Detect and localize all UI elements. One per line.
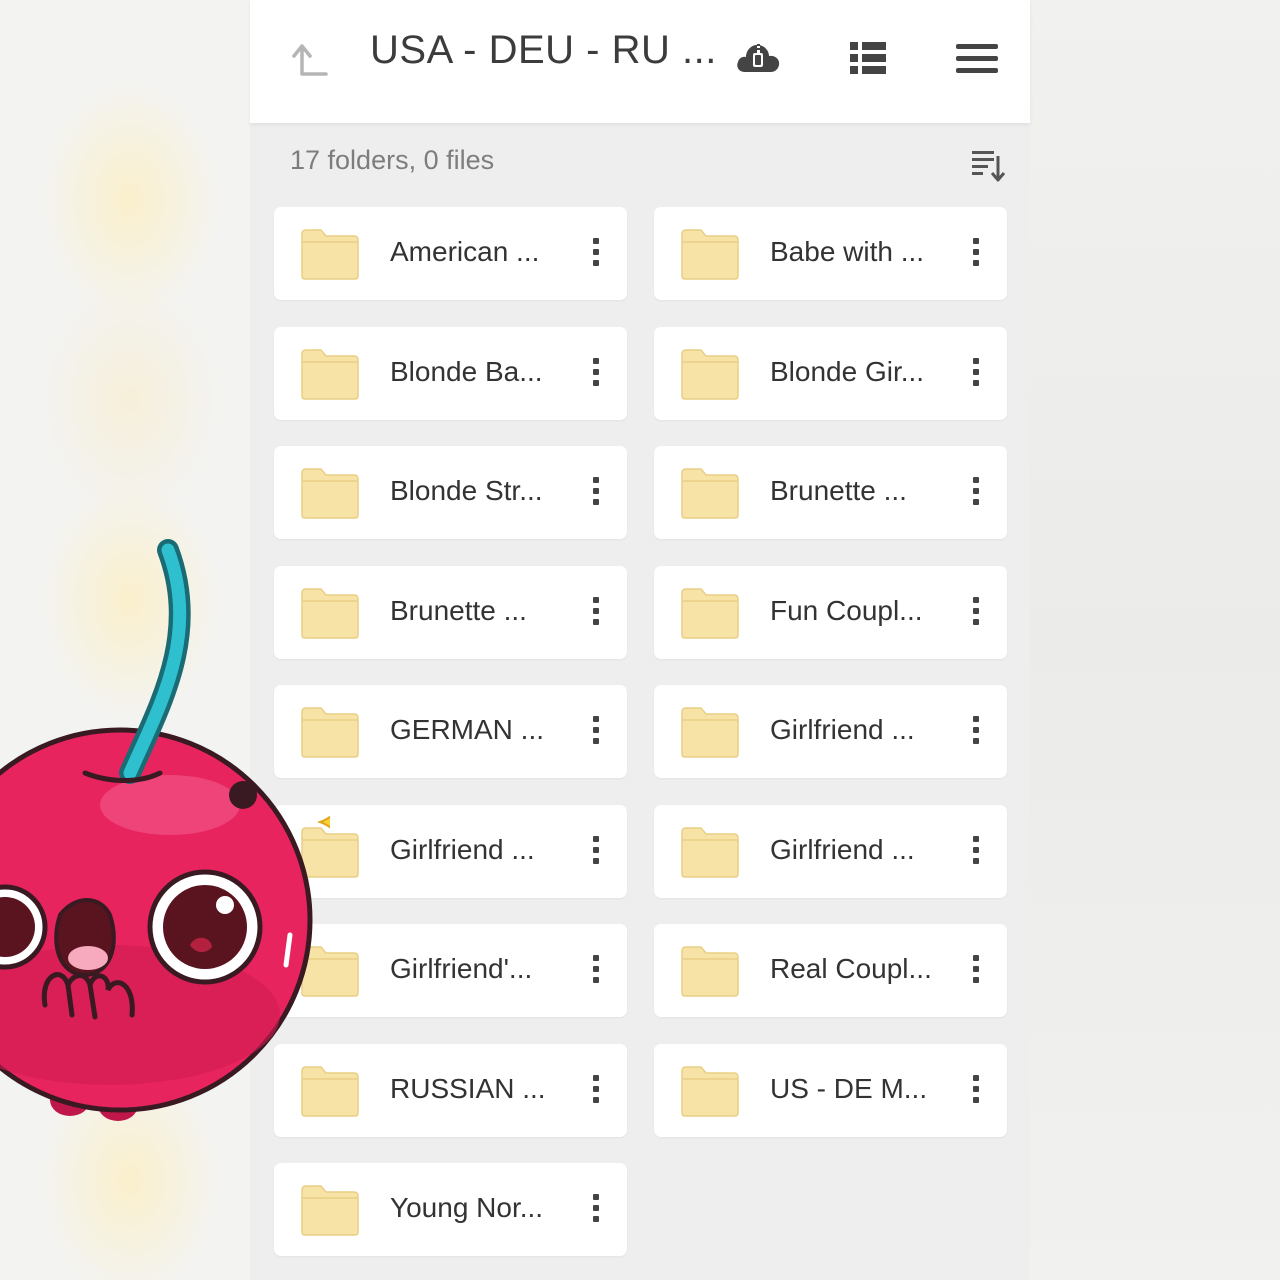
folder-name: RUSSIAN ...: [390, 1072, 546, 1104]
more-vertical-icon[interactable]: [970, 716, 982, 748]
file-browser-panel: USA - DEU - RU ... 17 folders, 0 files A…: [250, 0, 1030, 1280]
folder-item[interactable]: Young Nor...: [274, 1163, 627, 1256]
folder-name: US - DE M...: [770, 1072, 928, 1104]
more-vertical-icon[interactable]: [590, 716, 602, 748]
folder-name: Babe with ...: [770, 236, 925, 267]
folder-icon: [301, 1185, 359, 1236]
more-vertical-icon[interactable]: [590, 477, 602, 509]
folder-summary: 17 folders, 0 files: [290, 145, 495, 175]
folder-icon: [681, 348, 739, 400]
more-vertical-icon[interactable]: [970, 835, 982, 868]
folder-item[interactable]: Blonde Ba...: [274, 326, 627, 420]
folder-name: Girlfriend ...: [770, 833, 915, 865]
folder-item[interactable]: Blonde Str...: [274, 446, 627, 539]
more-vertical-icon[interactable]: [970, 596, 982, 629]
toolbar: USA - DEU - RU ...: [250, 0, 1030, 123]
arrow-up-left-icon[interactable]: [290, 38, 330, 78]
more-vertical-icon[interactable]: [970, 1074, 982, 1107]
sort-icon[interactable]: [970, 146, 1006, 184]
folder-name: Blonde Str...: [390, 475, 543, 506]
folder-item[interactable]: Fun Coupl...: [654, 565, 1007, 659]
folder-icon: [301, 468, 359, 519]
list-view-icon[interactable]: [848, 38, 888, 78]
folder-icon: [681, 468, 739, 519]
folder-icon: [681, 1065, 739, 1117]
folder-name: Fun Coupl...: [770, 594, 923, 626]
folder-name: Girlfriend'...: [390, 953, 533, 984]
folder-name: Brunette ...: [770, 475, 907, 506]
folder-icon: [301, 229, 359, 280]
folder-item[interactable]: American ...: [274, 207, 627, 300]
more-vertical-icon[interactable]: [590, 238, 602, 270]
more-vertical-icon[interactable]: [590, 1074, 602, 1107]
folder-name: Blonde Gir...: [770, 355, 925, 387]
more-vertical-icon[interactable]: [970, 955, 982, 987]
more-vertical-icon[interactable]: [970, 238, 982, 270]
cloud-zip-icon[interactable]: [735, 38, 781, 78]
more-vertical-icon[interactable]: [590, 955, 602, 987]
more-vertical-icon[interactable]: [590, 596, 602, 629]
more-vertical-icon[interactable]: [590, 357, 602, 390]
more-vertical-icon[interactable]: [970, 477, 982, 509]
more-vertical-icon[interactable]: [590, 1194, 602, 1226]
folder-name: American ...: [390, 236, 540, 267]
folder-icon: [681, 229, 739, 280]
folder-name: Brunette ...: [390, 594, 527, 626]
background-right: [1030, 0, 1280, 1280]
folder-item[interactable]: Brunette ...: [654, 446, 1007, 539]
folder-item[interactable]: Girlfriend ...: [654, 685, 1007, 778]
folder-icon: [681, 826, 739, 878]
folder-name: Girlfriend ...: [390, 833, 535, 865]
folder-item[interactable]: Blonde Gir...: [654, 326, 1007, 420]
hamburger-menu-icon[interactable]: [954, 38, 1000, 78]
folder-item[interactable]: US - DE M...: [654, 1043, 1007, 1137]
folder-icon: [681, 587, 739, 639]
folder-name: Blonde Ba...: [390, 355, 543, 387]
more-vertical-icon[interactable]: [970, 357, 982, 390]
folder-name: GERMAN ...: [390, 714, 545, 745]
folder-name: Young Nor...: [390, 1192, 544, 1223]
folder-title: USA - DEU - RU ...: [370, 28, 717, 72]
folder-item[interactable]: Babe with ...: [654, 207, 1007, 300]
folder-icon: [681, 707, 739, 758]
folder-icon: [681, 946, 739, 997]
folder-name: Girlfriend ...: [770, 714, 915, 745]
folder-icon: [301, 348, 359, 400]
folder-item[interactable]: Real Coupl...: [654, 924, 1007, 1017]
cherry-sticker: [0, 539, 330, 1121]
more-vertical-icon[interactable]: [590, 835, 602, 868]
folder-item[interactable]: Girlfriend ...: [654, 804, 1007, 898]
folder-name: Real Coupl...: [770, 953, 932, 984]
